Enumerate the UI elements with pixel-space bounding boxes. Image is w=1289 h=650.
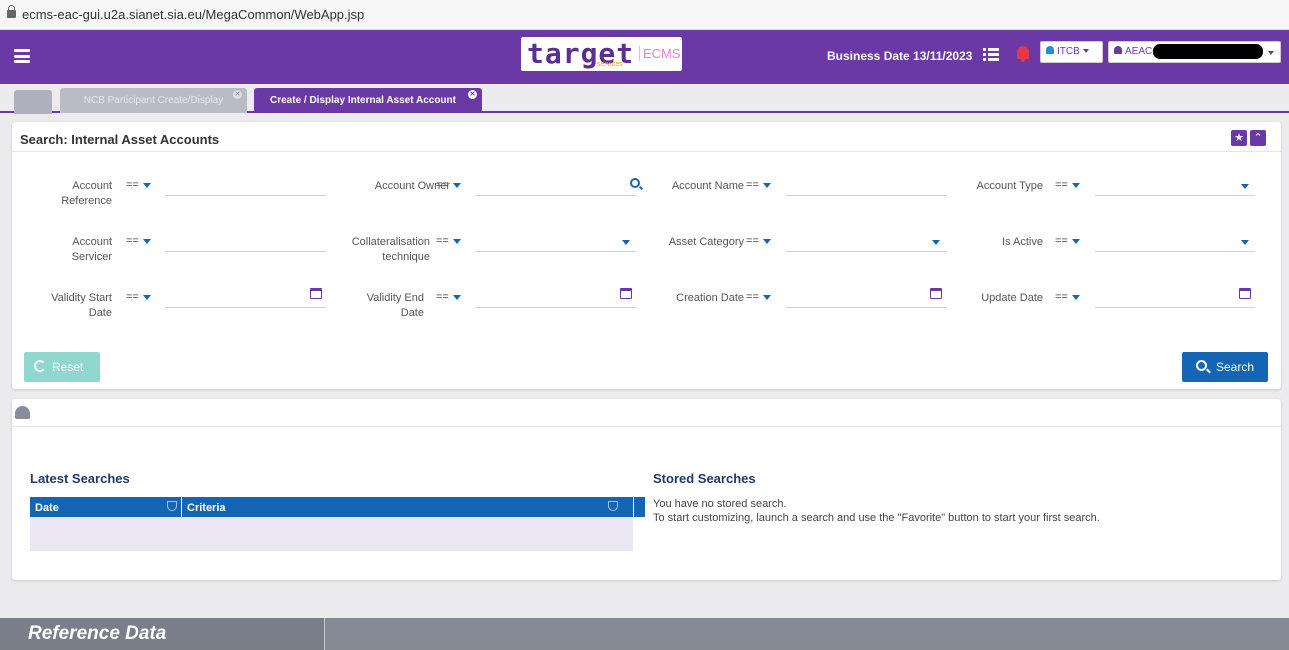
search-panel: Search: Internal Asset Accounts ★ ⌃ Acco… xyxy=(12,122,1281,389)
account-servicer-label: Account Servicer xyxy=(71,236,112,263)
filter-icon[interactable] xyxy=(608,501,618,511)
search-history-panel: Latest Searches Date Criteria Stored Sea… xyxy=(12,399,1281,580)
logo-subtext: services xyxy=(597,61,623,68)
target-ecms-logo: target services ECMS xyxy=(521,37,682,71)
menu-icon[interactable] xyxy=(14,49,30,63)
update-date-input[interactable] xyxy=(1095,288,1255,308)
operator-select[interactable]: == xyxy=(1055,291,1080,303)
validity-end-date-label: Validity End Date xyxy=(366,292,424,319)
bell-icon[interactable] xyxy=(1017,46,1029,62)
account-reference-label: Account Reference xyxy=(61,180,112,207)
business-date: Business Date 13/11/2023 xyxy=(827,49,973,63)
history-panel-header xyxy=(12,399,1281,427)
latest-searches-title: Latest Searches xyxy=(30,471,130,486)
tab-label: Create / Display Internal Asset Account xyxy=(270,95,456,106)
table-header: Date Criteria xyxy=(30,497,633,517)
validity-end-date-input[interactable] xyxy=(476,288,636,308)
account-type-label: Account Type xyxy=(976,180,1043,192)
search-label: Search xyxy=(1216,360,1255,374)
chevron-down-icon xyxy=(1241,184,1249,189)
table-scroll-edge xyxy=(633,497,645,517)
calendar-icon[interactable] xyxy=(620,288,632,299)
itcb-label: ITCB xyxy=(1057,46,1080,57)
collateralisation-technique-label: Collateralisation technique xyxy=(351,236,430,263)
column-date[interactable]: Date xyxy=(35,502,59,514)
footer-bar: Reference Data xyxy=(0,618,1289,650)
stored-message-line: To start customizing, launch a search an… xyxy=(653,512,1100,524)
operator-select[interactable]: == xyxy=(746,291,771,303)
browser-url-bar[interactable]: ecms-eac-gui.u2a.sianet.sia.eu/MegaCommo… xyxy=(0,0,1289,30)
stored-searches-message: You have no stored search. To start cust… xyxy=(653,497,1100,525)
search-button[interactable]: Search xyxy=(1182,352,1268,382)
reset-button[interactable]: Reset xyxy=(24,352,100,382)
reset-label: Reset xyxy=(52,360,84,374)
operator-select[interactable]: == xyxy=(746,235,771,247)
tab-ncb-participant[interactable]: NCB Participant Create/Display ✕ xyxy=(60,88,247,113)
account-name-input[interactable] xyxy=(786,180,946,196)
reset-icon xyxy=(34,360,46,372)
redaction-bar xyxy=(1153,44,1263,59)
update-date-label: Update Date xyxy=(981,292,1043,304)
operator-select[interactable]: == xyxy=(126,235,151,247)
latest-searches-table: Date Criteria xyxy=(30,497,633,551)
chevron-down-icon xyxy=(932,240,940,245)
account-name-label: Account Name xyxy=(671,180,744,192)
asset-category-select[interactable] xyxy=(786,236,946,252)
filter-icon[interactable] xyxy=(167,501,177,511)
chevron-down-icon xyxy=(1268,51,1274,55)
logo-ecms: ECMS xyxy=(639,46,681,61)
calendar-icon[interactable] xyxy=(930,288,942,299)
creation-date-input[interactable] xyxy=(786,288,946,308)
chevron-up-icon[interactable]: ⌃ xyxy=(1250,130,1266,146)
validity-start-date-input[interactable] xyxy=(166,288,326,308)
search-icon xyxy=(1196,360,1207,371)
itcb-dropdown[interactable]: ITCB xyxy=(1040,41,1103,63)
tab-internal-asset-account[interactable]: Create / Display Internal Asset Account … xyxy=(254,88,482,113)
column-criteria[interactable]: Criteria xyxy=(187,502,226,514)
operator-select[interactable]: == xyxy=(126,291,151,303)
close-icon[interactable]: ✕ xyxy=(233,90,242,99)
operator-select[interactable]: == xyxy=(436,235,461,247)
operator-select[interactable]: == xyxy=(436,179,461,191)
table-body xyxy=(30,517,633,551)
dashboard-icon[interactable] xyxy=(15,406,30,419)
account-servicer-input[interactable] xyxy=(166,236,326,252)
validity-start-date-label: Validity Start Date xyxy=(51,292,112,319)
user-icon xyxy=(1046,46,1054,54)
operator-select[interactable]: == xyxy=(1055,179,1080,191)
chevron-down-icon xyxy=(1082,49,1089,54)
calendar-icon[interactable] xyxy=(1239,288,1251,299)
page-title: Search: Internal Asset Accounts xyxy=(20,132,220,147)
is-active-label: Is Active xyxy=(1002,236,1043,248)
footer-title: Reference Data xyxy=(0,618,325,650)
url-text[interactable]: ecms-eac-gui.u2a.sianet.sia.eu/MegaCommo… xyxy=(22,7,364,22)
collateralisation-technique-select[interactable] xyxy=(476,236,636,252)
chevron-down-icon xyxy=(1241,240,1249,245)
chevron-down-icon xyxy=(622,240,630,245)
is-active-select[interactable] xyxy=(1095,236,1255,252)
account-type-select[interactable] xyxy=(1095,180,1255,196)
operator-select[interactable]: == xyxy=(746,179,771,191)
operator-select[interactable]: == xyxy=(436,291,461,303)
search-panel-header: Search: Internal Asset Accounts ★ ⌃ xyxy=(12,122,1281,152)
operator-select[interactable]: == xyxy=(1055,235,1080,247)
user-icon xyxy=(1114,46,1122,54)
asset-category-label: Asset Category xyxy=(668,236,744,248)
top-header: target services ECMS Business Date 13/11… xyxy=(0,30,1289,84)
stored-message-line: You have no stored search. xyxy=(653,498,787,510)
tab-label: NCB Participant Create/Display xyxy=(83,95,224,106)
stored-searches-title: Stored Searches xyxy=(653,471,756,486)
lock-icon xyxy=(7,5,16,18)
operator-select[interactable]: == xyxy=(126,179,151,191)
star-icon[interactable]: ★ xyxy=(1231,130,1247,146)
creation-date-label: Creation Date xyxy=(676,292,744,304)
dashboard-tab[interactable] xyxy=(14,90,52,114)
calendar-icon[interactable] xyxy=(310,288,322,299)
tab-bar: NCB Participant Create/Display ✕ Create … xyxy=(0,84,1289,114)
account-reference-input[interactable] xyxy=(166,180,326,196)
close-icon[interactable]: ✕ xyxy=(468,90,477,99)
account-owner-input[interactable] xyxy=(476,178,640,196)
account-owner-label: Account Owner xyxy=(374,180,450,192)
list-icon[interactable] xyxy=(983,48,999,62)
